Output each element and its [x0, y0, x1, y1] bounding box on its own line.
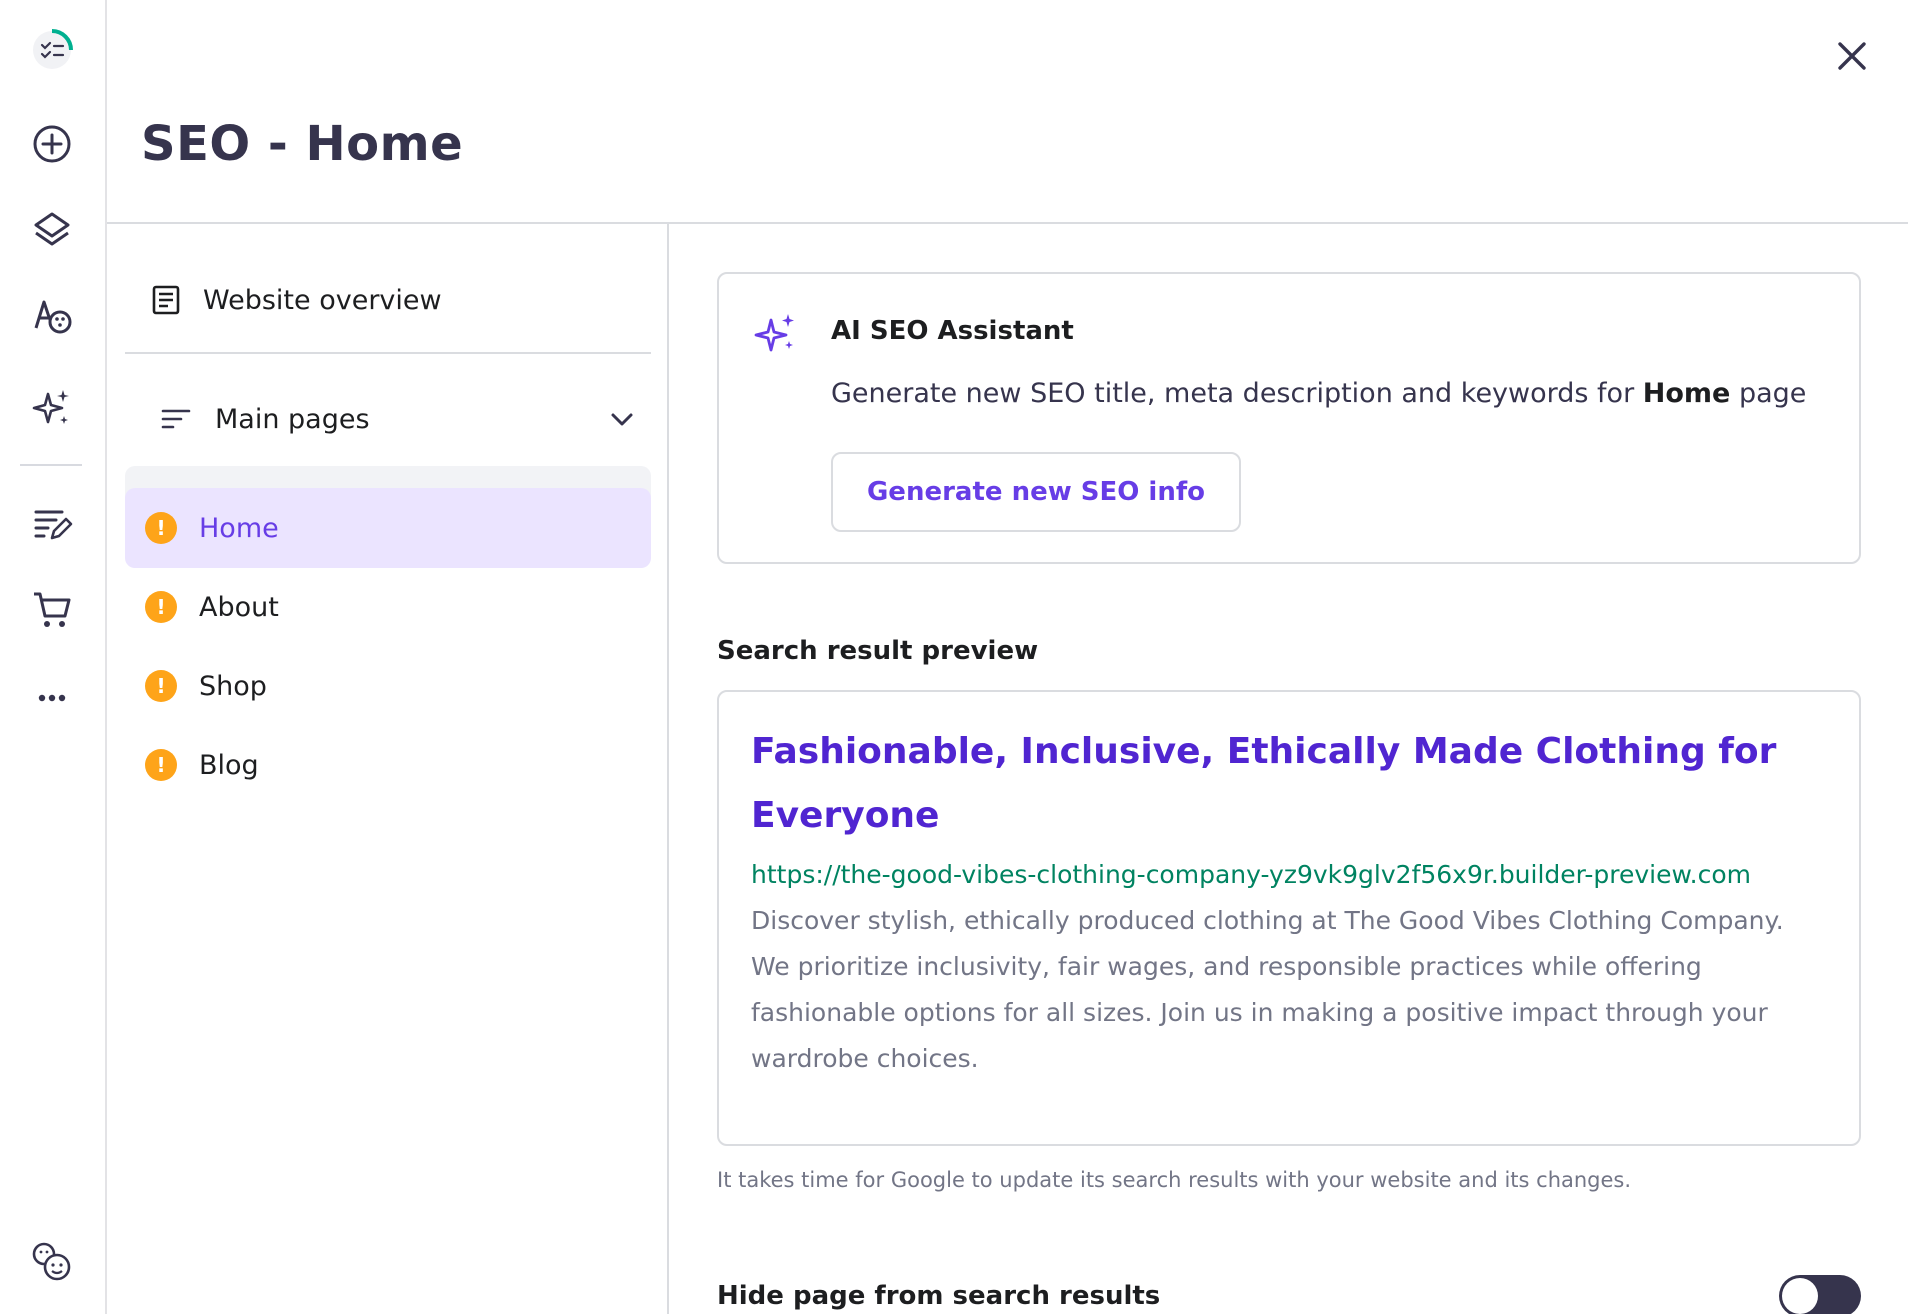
- ai-seo-assistant-card: AI SEO Assistant Generate new SEO title,…: [717, 272, 1861, 564]
- ai-desc-page: Home: [1642, 378, 1731, 409]
- edit-content-icon[interactable]: [22, 494, 82, 554]
- warning-icon: !: [145, 591, 177, 623]
- page-item-home[interactable]: ! Home: [125, 488, 651, 568]
- ai-sparkles-icon[interactable]: [22, 378, 82, 438]
- cart-icon[interactable]: [22, 580, 82, 640]
- sort-lines-icon: [161, 409, 191, 429]
- ai-sparkles-icon: [754, 314, 794, 352]
- close-icon[interactable]: [1832, 36, 1872, 76]
- page-item-shop[interactable]: ! Shop: [125, 646, 651, 726]
- panel-divider: [125, 352, 651, 354]
- warning-icon: !: [145, 512, 177, 544]
- toggle-knob: [1782, 1278, 1818, 1314]
- website-overview-item[interactable]: Website overview: [123, 260, 651, 340]
- preview-url: https://the-good-vibes-clothing-company-…: [751, 860, 1751, 889]
- hide-page-toggle[interactable]: [1779, 1275, 1861, 1314]
- seo-content: AI SEO Assistant Generate new SEO title,…: [669, 224, 1908, 1314]
- warning-icon: !: [145, 670, 177, 702]
- preview-description: Discover stylish, ethically produced clo…: [751, 906, 1784, 1073]
- warning-icon: !: [145, 749, 177, 781]
- page-item-label: Shop: [199, 670, 267, 702]
- google-update-note: It takes time for Google to update its s…: [717, 1168, 1632, 1192]
- page-title: SEO - Home: [141, 116, 464, 172]
- page-item-blog[interactable]: ! Blog: [125, 725, 651, 805]
- add-icon[interactable]: [22, 114, 82, 174]
- page-item-label: About: [199, 591, 279, 623]
- ai-desc-suffix: page: [1738, 378, 1807, 409]
- generate-seo-info-button[interactable]: Generate new SEO info: [831, 452, 1241, 532]
- hide-page-row: Hide page from search results: [717, 1274, 1861, 1314]
- main-pages-label: Main pages: [215, 403, 370, 435]
- page-item-label: Blog: [199, 749, 259, 781]
- search-preview-heading: Search result preview: [717, 636, 1039, 666]
- chevron-down-icon: [611, 413, 633, 426]
- pages-panel: Website overview Main pages ! Home ! Abo…: [107, 224, 669, 1314]
- help-face-icon[interactable]: [22, 1232, 82, 1292]
- document-icon: [152, 285, 180, 315]
- checklist-progress-icon[interactable]: [22, 20, 82, 80]
- rail-divider: [20, 464, 82, 466]
- main-pages-dropdown[interactable]: Main pages: [159, 384, 651, 454]
- website-overview-label: Website overview: [203, 284, 442, 316]
- ai-assistant-description: Generate new SEO title, meta description…: [831, 378, 1806, 409]
- more-icon[interactable]: [22, 668, 82, 728]
- styles-palette-icon[interactable]: [22, 286, 82, 346]
- preview-title: Fashionable, Inclusive, Ethically Made C…: [751, 731, 1777, 836]
- search-result-preview-card: Fashionable, Inclusive, Ethically Made C…: [717, 690, 1861, 1146]
- page-item-label: Home: [199, 512, 279, 544]
- header: SEO - Home: [107, 0, 1908, 224]
- ai-assistant-title: AI SEO Assistant: [831, 316, 1074, 346]
- ai-desc-prefix: Generate new SEO title, meta description…: [831, 378, 1635, 409]
- hide-page-label: Hide page from search results: [717, 1281, 1161, 1311]
- layers-icon[interactable]: [22, 200, 82, 260]
- page-item-about[interactable]: ! About: [125, 567, 651, 647]
- left-rail: [0, 0, 107, 1314]
